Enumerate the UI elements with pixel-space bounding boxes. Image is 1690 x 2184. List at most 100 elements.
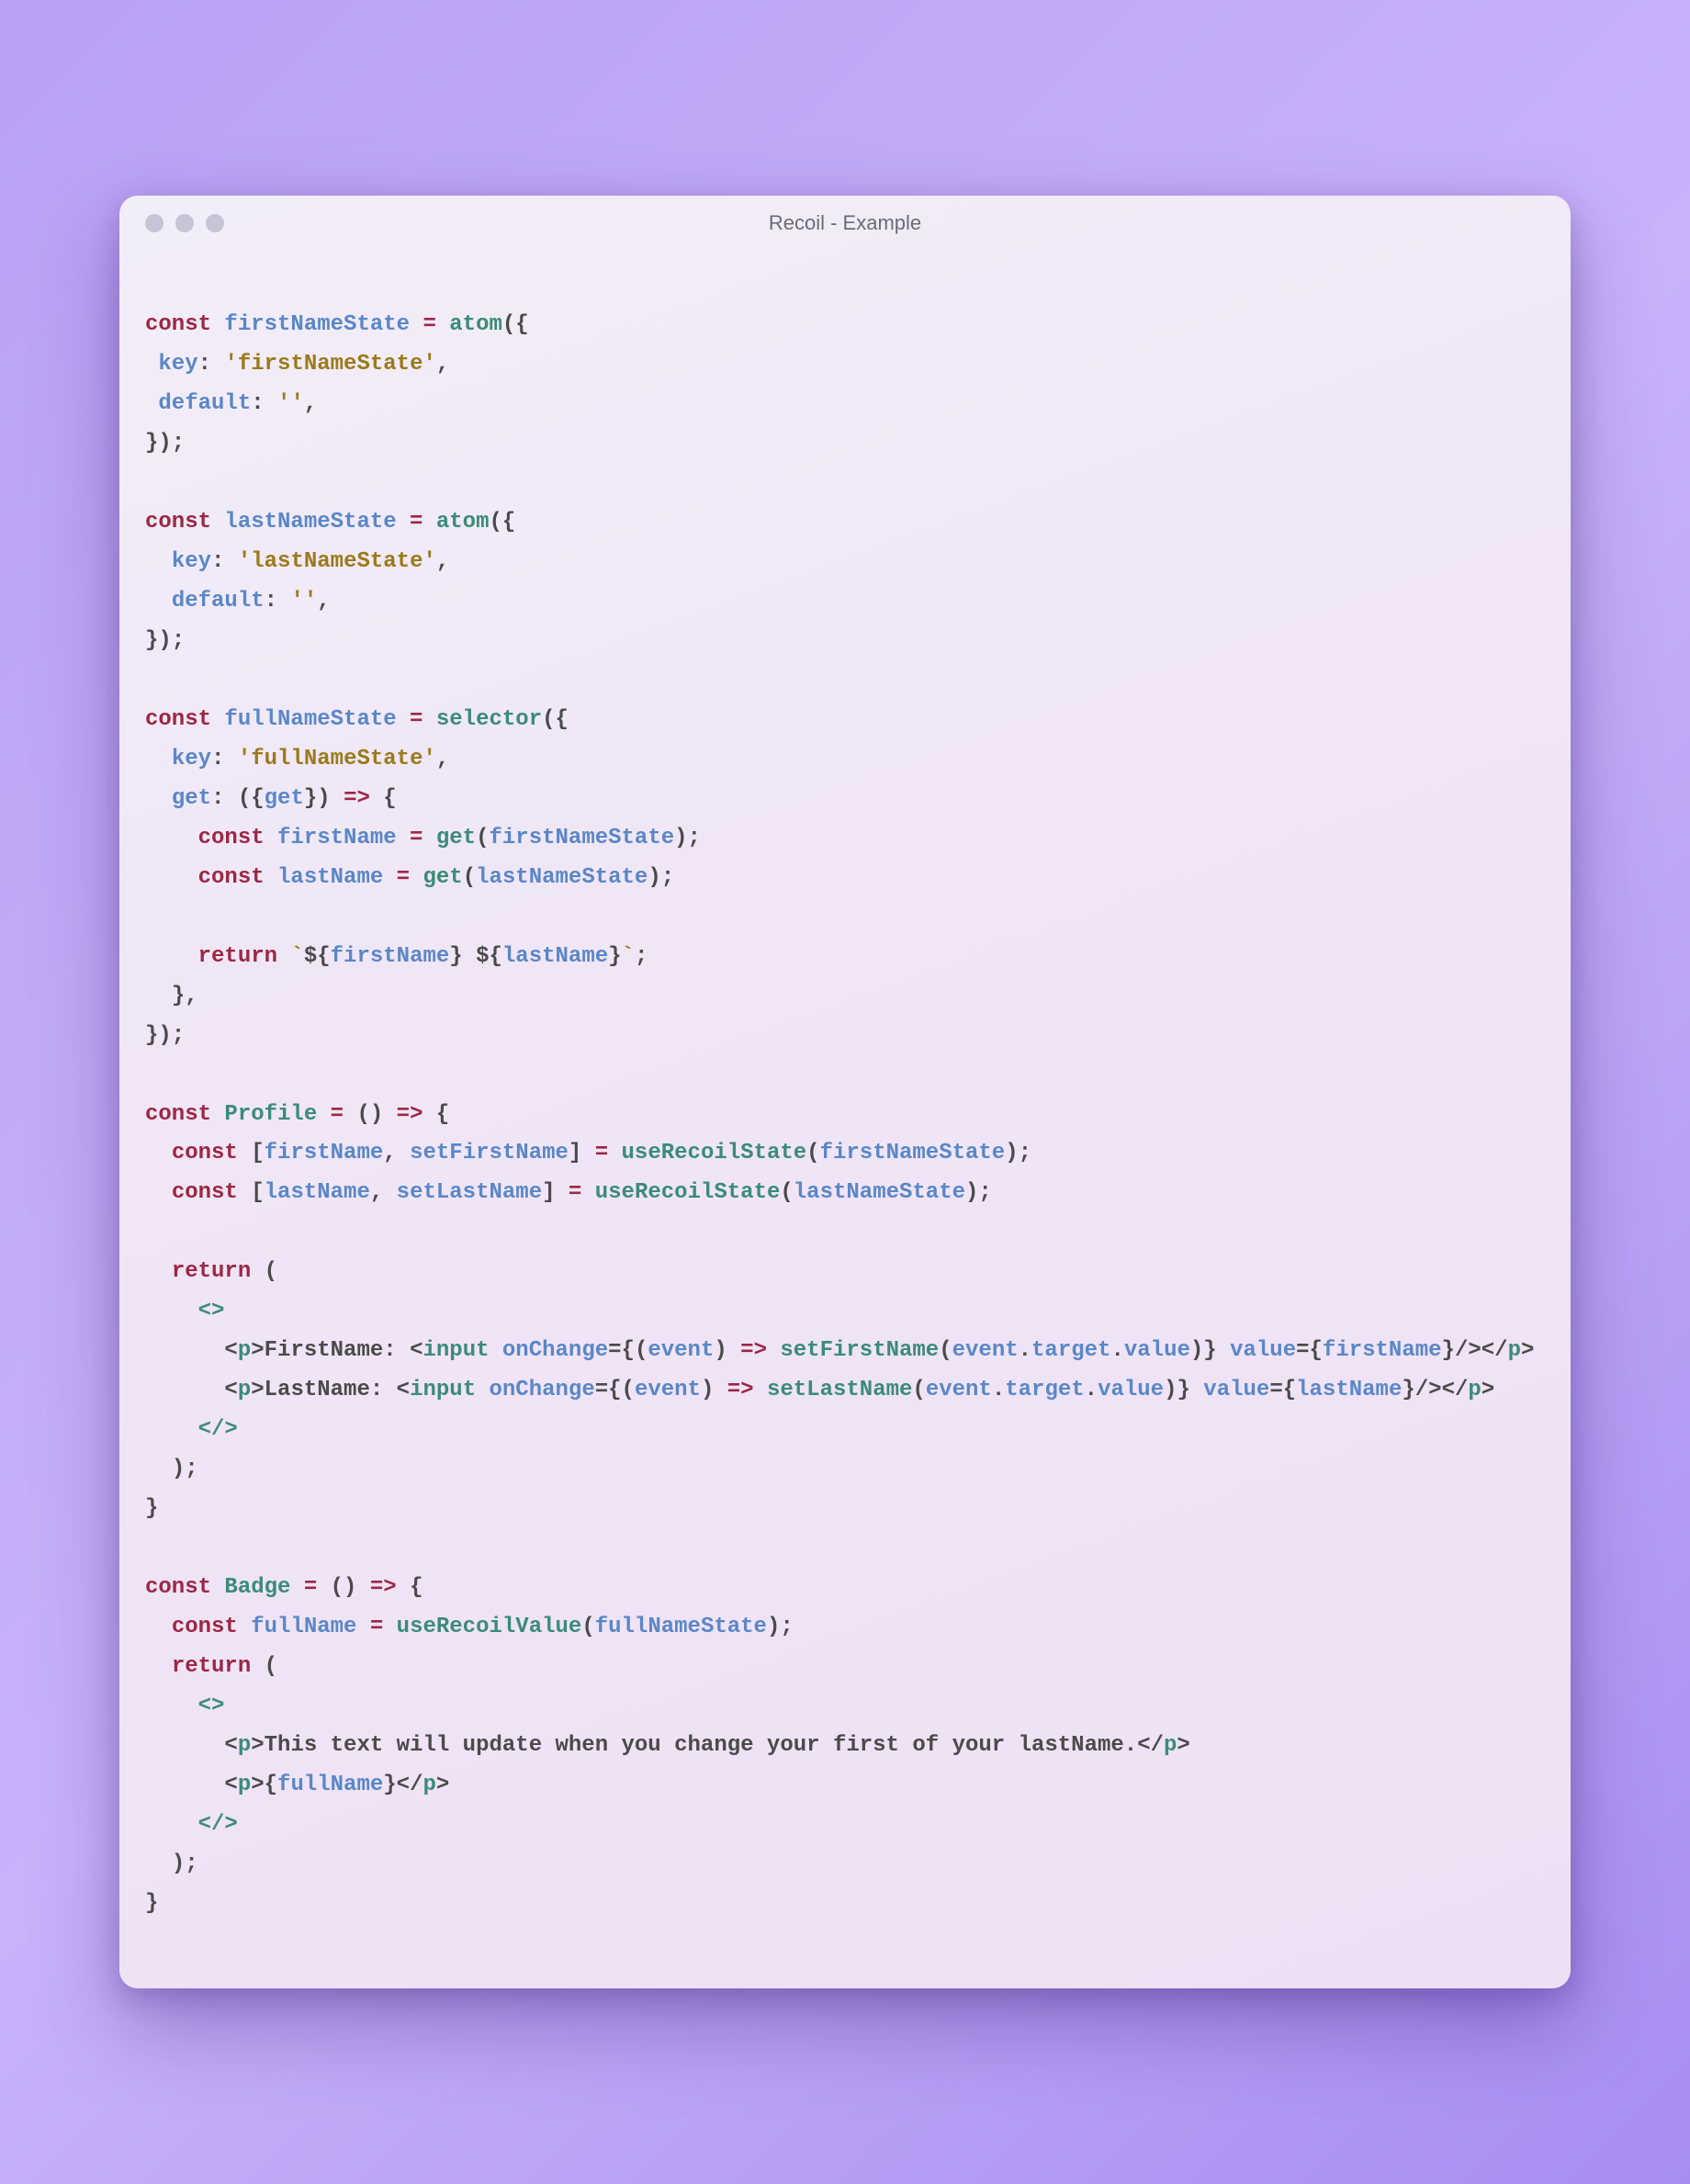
pn: ); (767, 1615, 794, 1639)
op: = (290, 1575, 330, 1600)
pn: }); (145, 1023, 185, 1048)
pn: < (397, 1378, 410, 1402)
pn: . (1085, 1378, 1098, 1402)
pn: < (224, 1338, 237, 1363)
jsx-frag: </> (198, 1417, 238, 1442)
pn: ({ (502, 312, 529, 337)
pn: ({ (542, 707, 569, 732)
pn: }, (172, 984, 198, 1008)
pn: }); (145, 431, 185, 456)
jsx-tag: p (1164, 1733, 1177, 1758)
tmpl (463, 944, 476, 969)
identifier: fullName (277, 1773, 383, 1797)
jsx-tag: p (1508, 1338, 1521, 1363)
string: 'lastNameState' (238, 549, 436, 574)
identifier: firstName (1323, 1338, 1442, 1363)
pn: ); (648, 865, 674, 890)
identifier: target (1031, 1338, 1110, 1363)
identifier: fullName (251, 1615, 356, 1639)
pn: . (1110, 1338, 1123, 1363)
fn: useRecoilState (595, 1180, 781, 1205)
minimize-icon[interactable] (175, 214, 194, 232)
pn: ( (780, 1180, 793, 1205)
keyword: const (198, 826, 265, 850)
prop: default (158, 391, 251, 416)
fn: atom (436, 510, 490, 535)
op: = (397, 707, 436, 732)
op: => (383, 1102, 436, 1127)
identifier: target (1005, 1378, 1084, 1402)
string: '' (277, 391, 304, 416)
identifier: get (265, 786, 304, 811)
pn: ( (265, 1654, 277, 1679)
identifier: firstName (265, 1141, 384, 1165)
pn: ={ (1296, 1338, 1323, 1363)
tmpl: ` (622, 944, 635, 969)
pn: ( (806, 1141, 819, 1165)
pn: { (436, 1102, 449, 1127)
jsx-tag: p (1468, 1378, 1481, 1402)
pn: ( (635, 1338, 648, 1363)
op: = (383, 865, 422, 890)
string: 'fullNameState' (238, 747, 436, 771)
pn: }); (145, 628, 185, 653)
pn: ] (569, 1141, 581, 1165)
keyword: const (145, 312, 211, 337)
fn: selector (436, 707, 542, 732)
keyword: return (198, 944, 277, 969)
pn: [ (251, 1180, 264, 1205)
identifier: event (648, 1338, 714, 1363)
op: => (714, 1378, 767, 1402)
identifier: lastName (1296, 1378, 1402, 1402)
pn: } (145, 1891, 158, 1916)
keyword: return (172, 1654, 251, 1679)
pn: () (356, 1102, 383, 1127)
pn: ( (265, 1259, 277, 1284)
pn: { (265, 1773, 277, 1797)
keyword: const (145, 510, 211, 535)
pn: ); (965, 1180, 992, 1205)
pn: : (211, 549, 238, 574)
pn: ) (714, 1338, 727, 1363)
jsx-tag: p (238, 1733, 251, 1758)
pn: , (304, 391, 317, 416)
identifier: firstName (331, 944, 450, 969)
code-area: const firstNameState = atom({ key: 'firs… (119, 251, 1571, 1987)
pn: > (251, 1378, 264, 1402)
op: = (556, 1180, 595, 1205)
prop: key (172, 549, 211, 574)
pn: ); (172, 1457, 198, 1481)
jsx-tag: p (238, 1773, 251, 1797)
zoom-icon[interactable] (206, 214, 224, 232)
pn: > (1482, 1378, 1494, 1402)
pn: } (145, 1496, 158, 1521)
op: => (356, 1575, 410, 1600)
identifier: event (952, 1338, 1019, 1363)
close-icon[interactable] (145, 214, 163, 232)
pn: ( (476, 826, 489, 850)
identifier: lastNameState (476, 865, 648, 890)
pn: ({ (489, 510, 515, 535)
string: '' (290, 589, 317, 614)
fn: setLastName (767, 1378, 912, 1402)
op: = (397, 510, 436, 535)
pn: /> (1455, 1338, 1482, 1363)
pn: > (1177, 1733, 1189, 1758)
pn: </ (397, 1773, 423, 1797)
pn: > (1521, 1338, 1534, 1363)
op: => (727, 1338, 781, 1363)
identifier: fullNameState (595, 1615, 767, 1639)
pn: ) (1190, 1338, 1203, 1363)
jsx-tag: input (422, 1338, 489, 1363)
pn: , (436, 549, 449, 574)
identifier: lastName (265, 1180, 370, 1205)
keyword: return (172, 1259, 251, 1284)
keyword: const (172, 1141, 238, 1165)
pn: < (224, 1733, 237, 1758)
fn: useRecoilValue (397, 1615, 582, 1639)
identifier: firstNameState (224, 312, 410, 337)
jsx-tag: input (410, 1378, 476, 1402)
tlit: } (608, 944, 621, 969)
op: = (317, 1102, 356, 1127)
pn: , (370, 1180, 397, 1205)
